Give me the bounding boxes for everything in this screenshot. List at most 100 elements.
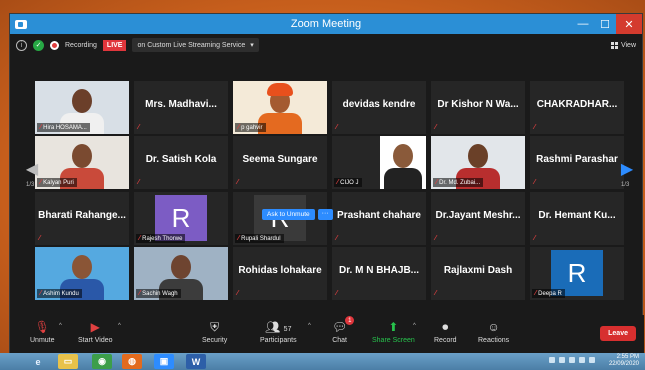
participant-tile[interactable]: Dr. Hemant Ku... ⁄ xyxy=(530,192,624,245)
chrome-icon[interactable]: ◉ xyxy=(92,354,112,369)
file-explorer-icon[interactable]: ▭ xyxy=(58,354,78,369)
tray-icon[interactable] xyxy=(559,357,565,363)
participant-tile[interactable]: R ⁄ Deepa R xyxy=(530,247,624,300)
stream-service-dropdown[interactable]: on Custom Live Streaming Service ▾ xyxy=(132,38,259,52)
record-label: Record xyxy=(434,337,457,344)
chat-bubble-icon: 💬︎ 1 xyxy=(332,316,355,334)
participant-tile[interactable]: ⁄ p gahvir xyxy=(233,81,327,134)
participant-tile[interactable]: CHAKRADHAR... ⁄ xyxy=(530,81,624,134)
participant-name: Ashim Kundu xyxy=(43,290,79,297)
previous-page-arrow-icon[interactable]: ◀ xyxy=(25,159,39,179)
participants-label: Participants xyxy=(260,337,297,344)
participant-video-face xyxy=(468,144,488,168)
start-video-label: Start Video xyxy=(78,337,113,344)
ask-to-unmute-button[interactable]: Ask to Unmute xyxy=(262,209,315,220)
chevron-down-icon: ▾ xyxy=(250,42,254,49)
reactions-smiley-icon: ☺︎ xyxy=(487,320,500,334)
info-icon[interactable]: i xyxy=(16,39,27,51)
participant-hover-actions: Ask to Unmute ··· xyxy=(262,209,333,220)
audio-options-caret-icon[interactable]: ^ xyxy=(59,323,62,329)
participant-name-label: ⁄ Sachin Wagh xyxy=(136,289,181,298)
firefox-icon[interactable]: ◍ xyxy=(122,354,142,369)
share-options-caret-icon[interactable]: ^ xyxy=(413,323,416,329)
ie-browser-icon[interactable]: e xyxy=(28,354,48,369)
muted-mic-icon: ⁄ xyxy=(534,179,536,186)
participant-tile[interactable]: ⁄ Sachin Wagh xyxy=(134,247,228,300)
participant-tile[interactable]: Dr Kishor N Wa... ⁄ xyxy=(431,81,525,134)
close-icon[interactable]: ✕ xyxy=(616,14,642,34)
muted-mic-icon: ⁄ xyxy=(337,179,339,186)
participant-tile[interactable]: ⁄ Ashim Kundu xyxy=(35,247,129,300)
participant-tile[interactable]: devidas kendre ⁄ xyxy=(332,81,426,134)
participant-tile[interactable]: Dr.Jayant Meshr... ⁄ xyxy=(431,192,525,245)
share-screen-button[interactable]: ⬆︎ Share Screen xyxy=(372,320,415,344)
participant-name: Rajesh Thorwe xyxy=(142,235,183,242)
more-options-button[interactable]: ··· xyxy=(317,209,333,220)
participant-tile[interactable]: ⁄ Hira HOSAMA... xyxy=(35,81,129,134)
participant-tile[interactable]: Dr. M N BHAJB... ⁄ xyxy=(332,247,426,300)
participant-name: Rupali Shardul xyxy=(241,235,281,242)
security-button[interactable]: ⛨ Security xyxy=(202,320,227,344)
recording-label[interactable]: Recording xyxy=(65,42,97,49)
unmute-button[interactable]: 🎙︎ Unmute xyxy=(30,320,55,344)
participant-tile[interactable]: Prashant chahare ⁄ xyxy=(332,192,426,245)
participant-tile[interactable]: ⁄ Kalyan Puri xyxy=(35,136,129,189)
video-options-caret-icon[interactable]: ^ xyxy=(118,323,121,329)
record-button[interactable]: ⏺︎ Record xyxy=(434,320,457,344)
participant-name: Dr. Satish Kola xyxy=(145,154,217,165)
grid-view-icon xyxy=(610,41,618,49)
participant-name: Dr.Jayant Meshr... xyxy=(435,210,521,221)
participant-name: Bharati Rahange... xyxy=(38,210,126,221)
participant-name: Prashant chahare xyxy=(337,210,421,221)
participant-name: Dr. M N BHAJB... xyxy=(338,265,419,276)
participant-tile[interactable]: Rohidas lohakare ⁄ xyxy=(233,247,327,300)
turban-shape xyxy=(267,83,293,96)
participant-name: Seema Sungare xyxy=(242,154,318,165)
leave-button[interactable]: Leave xyxy=(600,326,636,341)
muted-mic-icon: ⁄ xyxy=(435,235,437,242)
word-icon[interactable]: W xyxy=(186,354,206,369)
muted-mic-icon: ⁄ xyxy=(535,290,537,297)
participant-name: Sachin Wagh xyxy=(142,290,178,297)
chat-button[interactable]: 💬︎ 1 Chat xyxy=(332,316,355,344)
participant-name: Kalyan Puri xyxy=(43,179,74,186)
unmute-label: Unmute xyxy=(30,337,55,344)
participant-tile[interactable]: Rashmi Parashar ⁄ xyxy=(530,136,624,189)
start-video-button[interactable]: ▶︎ Start Video xyxy=(78,320,113,344)
clock[interactable]: 2:55 PM 22/09/2020 xyxy=(609,354,639,368)
participant-tile[interactable]: Bharati Rahange... ⁄ xyxy=(35,192,129,245)
participant-tile[interactable]: ⁄ CIJO J xyxy=(332,136,426,189)
next-page-arrow-icon[interactable]: ▶ xyxy=(620,159,634,179)
participant-name: CIJO J xyxy=(340,179,359,186)
maximize-icon[interactable]: ☐ xyxy=(594,14,616,34)
meeting-toolbar: 🎙︎ Unmute ^ ▶︎ Start Video ^ ⛨ Security … xyxy=(10,315,644,354)
live-badge[interactable]: LIVE xyxy=(102,39,127,51)
participants-count: 57 xyxy=(283,326,292,333)
participant-tile[interactable]: Rajlaxmi Dash ⁄ xyxy=(431,247,525,300)
minimize-icon[interactable]: — xyxy=(572,14,594,34)
participant-tile[interactable]: Seema Sungare ⁄ xyxy=(233,136,327,189)
tray-icon[interactable] xyxy=(589,357,595,363)
view-button[interactable]: View xyxy=(610,41,636,49)
stream-service-label: on Custom Live Streaming Service xyxy=(137,41,246,49)
participant-tile[interactable]: R ⁄ Rajesh Thorwe xyxy=(134,192,228,245)
participants-caret-icon[interactable]: ^ xyxy=(308,323,311,329)
tray-icon[interactable] xyxy=(569,357,575,363)
muted-mic-icon: ⁄ xyxy=(435,124,437,131)
muted-mic-icon: ⁄ xyxy=(534,235,536,242)
participant-name-label: ⁄ Dr. Md. Zubai... xyxy=(433,178,484,187)
encryption-shield-icon[interactable]: ✓ xyxy=(33,39,44,51)
windows-taskbar: e ▭ ◉ ◍ ▣ W 2:55 PM 22/09/2020 xyxy=(0,353,645,370)
muted-mic-icon: ⁄ xyxy=(436,179,438,186)
tray-icon[interactable] xyxy=(579,357,585,363)
participant-tile[interactable]: Dr. Satish Kola ⁄ xyxy=(134,136,228,189)
tray-icon[interactable] xyxy=(549,357,555,363)
participant-tile[interactable]: ⁄ Dr. Md. Zubai... xyxy=(431,136,525,189)
reactions-button[interactable]: ☺︎ Reactions xyxy=(478,320,509,344)
zoom-taskbar-icon[interactable]: ▣ xyxy=(154,354,174,369)
window-title: Zoom Meeting xyxy=(290,18,362,30)
participant-name-label: ⁄ Deepa R xyxy=(532,289,565,298)
muted-mic-icon: ⁄ xyxy=(138,179,140,186)
participant-tile[interactable]: Mrs. Madhavi... ⁄ xyxy=(134,81,228,134)
participants-button[interactable]: 👥︎ 57 Participants xyxy=(260,320,297,344)
